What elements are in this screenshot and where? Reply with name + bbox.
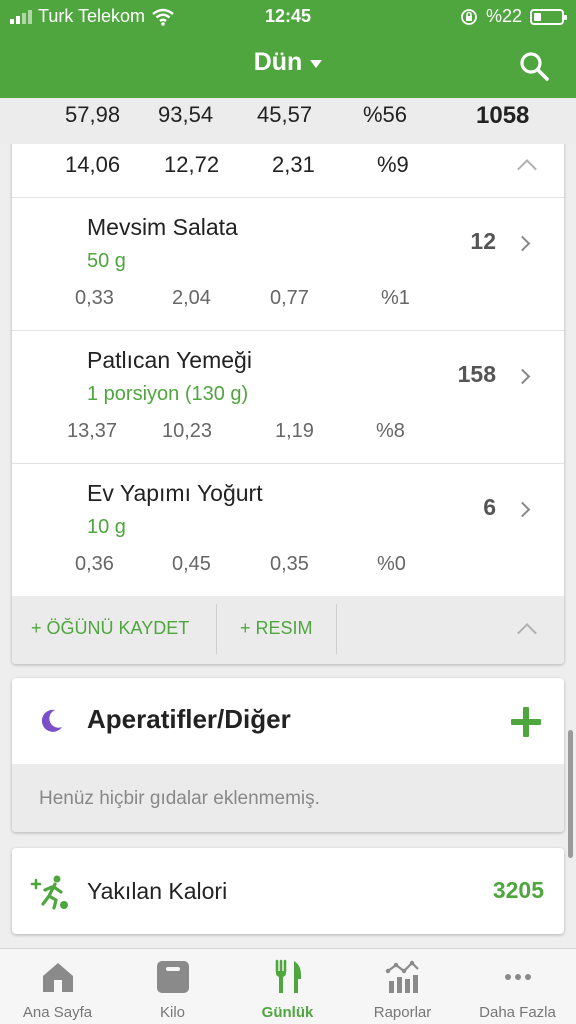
reports-icon [385,960,419,993]
tab-label: Daha Fazla [479,1004,556,1021]
meal-card: 14,06 12,72 2,31 %9 Mevsim Salata 50 g 1… [12,138,564,664]
food-protein: 2,04 [172,287,211,309]
tab-label: Ana Sayfa [22,1004,93,1021]
meal-fat: 2,31 [272,152,315,177]
more-icon [504,974,531,980]
exercise-runner-icon [30,875,68,910]
tab-label: Kilo [159,1004,185,1021]
tab-label: Raporlar [373,1004,432,1021]
snacks-card: Aperatifler/Diğer Henüz hiçbir gıdalar e… [12,678,564,832]
food-name: Mevsim Salata [87,214,238,240]
total-carbs: 57,98 [65,102,121,127]
tab-bar: Ana Sayfa Kilo Günlük Raporlar Daha Fazl… [0,948,576,1024]
divider [336,604,337,654]
food-calories: 158 [457,361,496,387]
battery-icon [530,8,567,25]
meal-actions: + ÖĞÜNÜ KAYDET + RESIM [12,596,564,664]
food-calories: 12 [470,228,496,254]
tab-diary[interactable]: Günlük [230,949,345,1024]
page-title: Dün [253,48,303,76]
meal-protein: 12,72 [164,152,220,177]
tab-home[interactable]: Ana Sayfa [0,949,115,1024]
food-portion: 1 porsiyon (130 g) [87,383,249,405]
food-calories: 6 [483,494,496,520]
add-food-plus-icon[interactable] [510,706,542,738]
search-icon[interactable] [518,50,550,82]
tab-more[interactable]: Daha Fazla [460,949,575,1024]
food-name: Ev Yapımı Yoğurt [87,480,263,506]
total-percent: %56 [363,102,408,127]
collapse-icon[interactable] [517,159,537,179]
app-header: Turk Telekom 12:45 %22 Dün [0,0,576,98]
meal-summary-row[interactable]: 14,06 12,72 2,31 %9 [12,138,564,198]
total-fat: 45,57 [257,102,313,127]
total-calories: 1058 [476,102,530,129]
tab-label: Günlük [261,1004,314,1021]
save-meal-button[interactable]: + ÖĞÜNÜ KAYDET [31,618,189,639]
food-percent: %0 [377,553,406,575]
burned-calories-card[interactable]: Yakılan Kalori 3205 [12,848,564,934]
food-carbs: 13,37 [67,420,118,442]
battery-percent: %22 [485,6,522,26]
burned-value: 3205 [492,877,544,903]
tab-weight[interactable]: Kilo [115,949,230,1024]
food-fat: 1,19 [275,420,314,442]
divider [216,604,217,654]
scale-icon [156,961,189,993]
scrollbar[interactable] [568,730,573,858]
food-fat: 0,35 [270,553,309,575]
meal-carbs: 14,06 [65,152,121,177]
snacks-title: Aperatifler/Diğer [87,704,291,734]
food-row[interactable]: Mevsim Salata 50 g 12 0,33 2,04 0,77 %1 [12,198,564,331]
burned-label: Yakılan Kalori [87,878,228,904]
meal-percent: %9 [377,152,409,177]
chevron-right-icon [514,501,531,518]
chevron-down-icon [310,59,323,68]
tab-reports[interactable]: Raporlar [345,949,460,1024]
daily-totals-bar: 57,98 93,54 45,57 %56 1058 [0,98,576,144]
add-photo-button[interactable]: + RESIM [240,618,313,639]
chevron-right-icon [514,368,531,385]
food-protein: 0,45 [172,553,211,575]
food-portion: 50 g [87,250,126,272]
home-icon [42,963,73,992]
total-protein: 93,54 [158,102,214,127]
food-name: Patlıcan Yemeği [87,347,252,373]
status-bar: Turk Telekom 12:45 %22 [0,0,576,32]
chevron-right-icon [514,235,531,252]
food-row[interactable]: Ev Yapımı Yoğurt 10 g 6 0,36 0,45 0,35 %… [12,464,564,597]
fork-knife-icon [275,959,301,993]
empty-message: Henüz hiçbir gıdalar eklenmemiş. [39,788,320,809]
food-protein: 10,23 [162,420,213,442]
orientation-lock-icon [461,8,477,25]
food-fat: 0,77 [270,287,309,309]
food-carbs: 0,33 [75,287,114,309]
food-portion: 10 g [87,516,126,538]
date-selector[interactable]: Dün [0,48,576,77]
food-percent: %1 [381,287,410,309]
collapse-icon[interactable] [517,623,537,643]
empty-state: Henüz hiçbir gıdalar eklenmemiş. [12,764,564,832]
food-percent: %8 [376,420,405,442]
moon-icon [41,709,62,732]
food-row[interactable]: Patlıcan Yemeği 1 porsiyon (130 g) 158 1… [12,331,564,464]
food-carbs: 0,36 [75,553,114,575]
